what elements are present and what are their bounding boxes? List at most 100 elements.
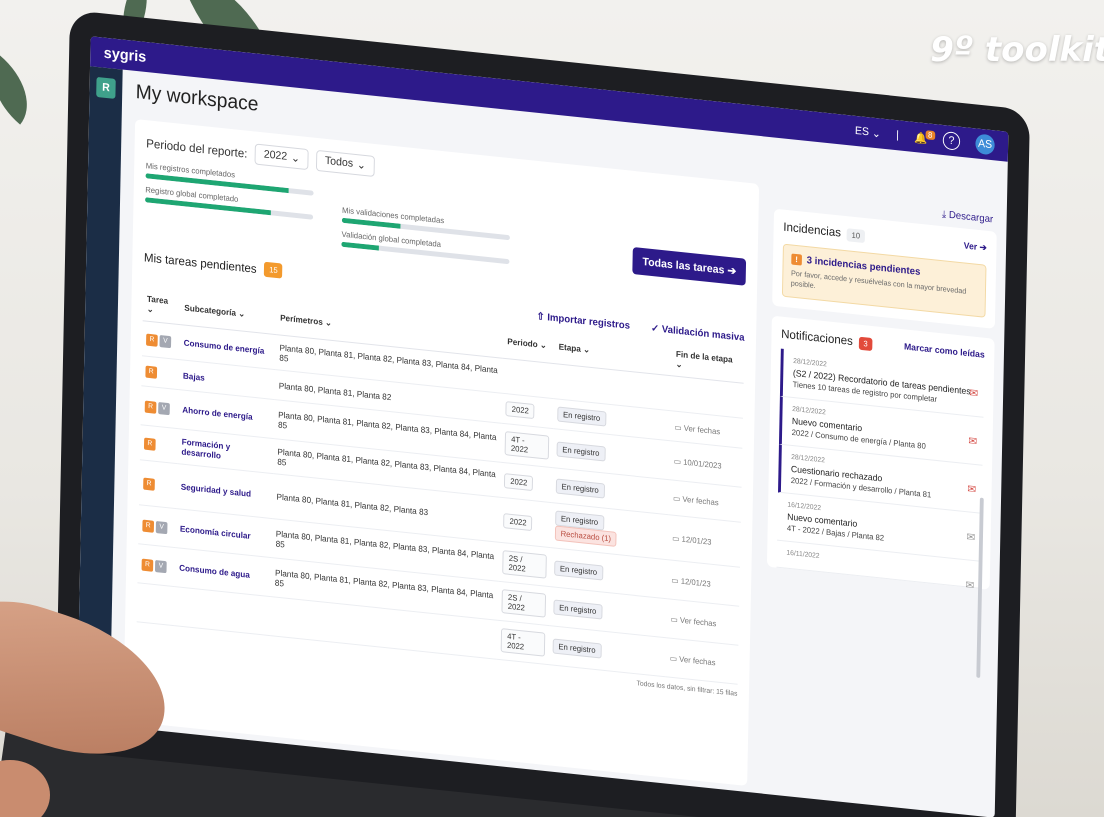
task-role-tag: R (145, 365, 158, 379)
laptop-screen: sygris ES ⌄ | 🔔 8 ? AS R My workspace Per… (76, 36, 1009, 817)
task-name-link[interactable]: Seguridad y salud (181, 482, 251, 499)
stage-end-date[interactable]: ▭ Ver fechas (674, 422, 720, 436)
task-tags-cell: R (138, 459, 178, 509)
task-role-tag: R (144, 400, 157, 414)
chevron-down-icon: ⌄ (356, 159, 366, 173)
arrow-right-icon: ➔ (727, 264, 737, 278)
period-pill: 2022 (505, 401, 535, 420)
promo-title: 9º toolkit (930, 30, 1104, 70)
stage-pill: En registro (553, 598, 603, 620)
calendar-icon: ▭ (671, 575, 679, 586)
task-name-link[interactable]: Ahorro de energía (182, 405, 252, 422)
arrow-right-icon: ➔ (979, 241, 987, 253)
envelope-icon[interactable]: ✉ (968, 434, 977, 448)
task-tags-cell: RV (138, 504, 177, 548)
period-pill: 2022 (503, 512, 533, 531)
stage-end-date[interactable]: ▭ Ver fechas (670, 654, 716, 668)
help-icon[interactable]: ? (942, 131, 961, 151)
stage-end-date[interactable]: ▭ 12/01/23 (672, 534, 711, 547)
user-avatar[interactable]: AS (975, 133, 995, 156)
calendar-icon: ▭ (672, 493, 681, 504)
notifications-list: 28/12/2022 (S2 / 2022) Recordatorio de ta… (776, 348, 985, 592)
calendar-icon: ▭ (674, 422, 682, 432)
column-header-period[interactable]: Periodo ⌄ (503, 324, 556, 364)
incidents-card: Incidencias 10 Ver ➔ ! 3 incidencias pendi… (772, 208, 997, 329)
task-role-tag: V (154, 559, 167, 573)
upload-icon: ⇧ (536, 311, 545, 323)
period-cell: 2S / 2022 (497, 581, 550, 626)
rejected-pill[interactable]: Rechazado (1) (554, 525, 617, 547)
tasks-table-body: R V Consumo de energía Planta 80, Planta 81… (136, 320, 744, 685)
notifications-title: Notificaciones (781, 326, 854, 348)
period-pill: 2S / 2022 (501, 589, 546, 618)
stage-end-date[interactable]: ▭ Ver fechas (670, 615, 716, 629)
envelope-icon[interactable]: ✉ (967, 482, 976, 496)
view-incidents-link[interactable]: Ver ➔ (964, 240, 987, 253)
period-cell: 2022 (500, 462, 553, 503)
period-pill: 2022 (504, 472, 534, 491)
task-tags-cell: R (139, 424, 179, 464)
stage-pill: En registro (555, 477, 605, 499)
stage-pill: En registro (554, 559, 604, 581)
envelope-open-icon[interactable]: ✉ (965, 578, 974, 592)
task-name-link[interactable]: Bajas (183, 370, 205, 382)
year-select[interactable]: 2022 ⌄ (254, 143, 309, 171)
task-tags-cell (136, 582, 175, 626)
period-pill: 4T - 2022 (505, 431, 550, 460)
brand-logo: sygris (103, 44, 147, 66)
notifications-count: 3 (858, 336, 873, 351)
envelope-open-icon[interactable]: ✉ (966, 530, 975, 544)
task-name-link[interactable]: Formación y desarrollo (181, 437, 230, 461)
task-role-tag: R (141, 558, 154, 572)
task-name-link[interactable]: Economía circular (180, 524, 251, 541)
period-cell: 2022 (499, 497, 552, 548)
download-icon: ⤓ (941, 209, 947, 221)
stage-end-date[interactable]: ▭ 12/01/23 (671, 576, 710, 589)
scope-select[interactable]: Todos ⌄ (316, 149, 375, 177)
period-cell: 4T - 2022 (501, 423, 554, 468)
period-pill: 2S / 2022 (502, 550, 547, 579)
mark-as-read-link[interactable]: Marcar como leídas (904, 341, 985, 359)
column-header-task[interactable]: Tarea ⌄ (142, 287, 181, 325)
task-tags-cell: RV (141, 320, 181, 360)
main-content: My workspace Periodo del reporte: 2022 ⌄ … (110, 70, 1008, 817)
task-name-link[interactable]: Consumo de energía (184, 338, 265, 356)
task-role-tag: R (143, 437, 156, 451)
sidebar-app-icon[interactable]: R (96, 76, 116, 99)
stage-pill: En registro (556, 440, 606, 462)
calendar-icon: ▭ (673, 456, 682, 467)
task-tags-cell: R (141, 355, 180, 390)
tasks-table: Tarea ⌄ Subcategoría ⌄ Perímetros ⌄ Peri… (136, 287, 745, 685)
check-icon: ✓ (650, 323, 660, 335)
calendar-icon: ▭ (669, 653, 678, 664)
chevron-down-icon: ⌄ (290, 152, 301, 166)
task-role-tag: R (143, 477, 155, 491)
task-tags-cell: RV (137, 543, 176, 587)
task-tags-cell: RV (140, 385, 179, 429)
stage-end-date[interactable]: ▭ Ver fechas (673, 494, 719, 508)
task-role-tag: V (159, 334, 172, 348)
bell-icon[interactable]: 🔔 8 (914, 129, 936, 145)
task-name-link[interactable]: Consumo de agua (179, 563, 250, 580)
period-label: Periodo del reporte: (146, 135, 248, 161)
task-role-tag: R (142, 519, 155, 533)
period-pill: 4T - 2022 (501, 628, 546, 657)
language-selector[interactable]: ES ⌄ (855, 124, 881, 140)
stage-pill: En registro (552, 637, 602, 659)
notifications-card: Notificaciones 3 Marcar como leídas 28/12… (766, 315, 995, 592)
stage-pill: En registro (557, 406, 607, 427)
incidents-title: Incidencias (783, 219, 842, 240)
notification-count-badge: 8 (925, 129, 936, 140)
stage-end-cell: ▭ Ver fechas (665, 637, 739, 685)
task-role-tag: R (146, 333, 158, 347)
envelope-icon[interactable]: ✉ (969, 386, 978, 400)
plant-leaf (0, 55, 46, 125)
pending-tasks-count: 15 (264, 261, 283, 279)
incidents-alert: ! 3 incidencias pendientes Por favor, acc… (781, 243, 987, 318)
calendar-icon: ▭ (672, 533, 680, 544)
stage-end-date[interactable]: ▭ 10/01/2023 (674, 457, 722, 471)
calendar-icon: ▭ (670, 614, 678, 625)
incidents-count: 10 (846, 228, 865, 244)
period-cell (502, 358, 555, 399)
task-role-tag: V (155, 520, 168, 534)
